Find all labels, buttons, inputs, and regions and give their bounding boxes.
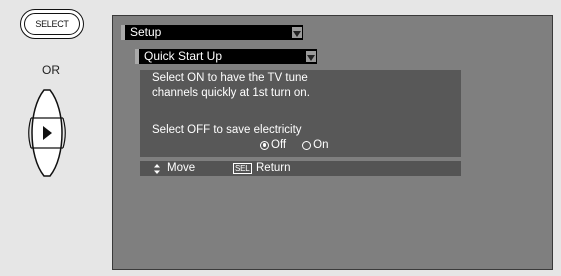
power-option-group: Off On	[260, 139, 344, 151]
quick-start-title: Quick Start Up	[144, 49, 223, 63]
menu-marker	[135, 49, 139, 64]
quick-start-info-panel: Select ON to have the TV tune channels q…	[140, 70, 461, 157]
sel-key-icon: SEL	[233, 163, 252, 174]
on-radio-label: On	[313, 139, 329, 151]
description-line-1: Select ON to have the TV tune	[152, 72, 308, 84]
off-radio[interactable]: Off	[260, 139, 286, 151]
or-label: OR	[42, 63, 60, 77]
dropdown-arrow-icon[interactable]	[292, 27, 302, 38]
menu-marker	[121, 25, 125, 40]
select-button-label: SELECT	[24, 13, 80, 35]
description-line-2: channels quickly at 1st turn on.	[152, 87, 310, 99]
off-radio-label: Off	[271, 139, 287, 151]
radio-selected-icon	[260, 140, 269, 150]
return-hint: Return	[256, 162, 291, 174]
on-radio[interactable]: On	[302, 139, 328, 151]
setup-menu-bar[interactable]: Setup	[121, 25, 303, 40]
tv-screen: Setup Quick Start Up Select ON to have t…	[112, 15, 553, 270]
navigation-hint-bar: Move SEL Return	[140, 161, 461, 176]
right-arrow-rocker-icon[interactable]	[24, 88, 70, 183]
select-button[interactable]: SELECT	[20, 9, 84, 39]
up-down-arrows-icon	[154, 164, 160, 179]
dropdown-arrow-icon[interactable]	[306, 51, 316, 62]
quick-start-menu-bar[interactable]: Quick Start Up	[135, 49, 317, 64]
move-hint: Move	[167, 162, 196, 174]
description-line-3: Select OFF to save electricity	[152, 124, 302, 136]
setup-title: Setup	[130, 25, 162, 39]
radio-unselected-icon	[302, 140, 312, 150]
